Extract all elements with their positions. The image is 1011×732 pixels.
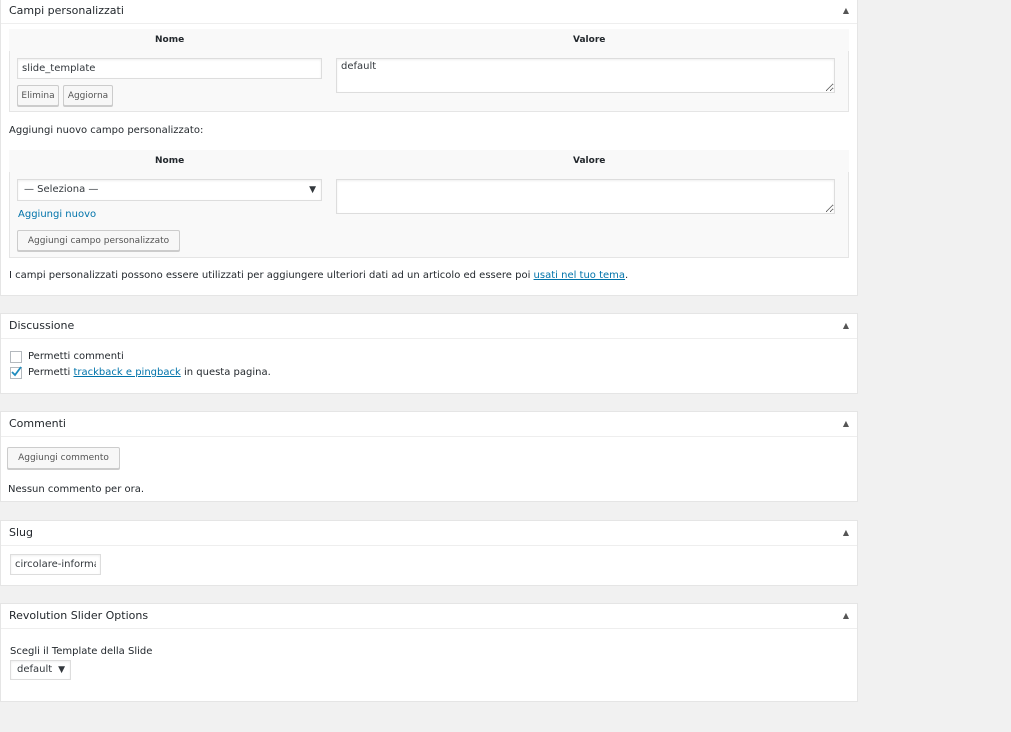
discussion-box: Discussione ▲ Permetti commenti Permetti… bbox=[0, 313, 858, 394]
allow-pings-checkbox[interactable] bbox=[10, 366, 22, 379]
template-select-label: Scegli il Template della Slide bbox=[10, 646, 153, 657]
custom-fields-header[interactable]: Campi personalizzati ▲ bbox=[1, 0, 857, 24]
custom-field-row: default Elimina Aggiorna bbox=[9, 51, 849, 112]
field-name-select-value: — Seleziona — bbox=[24, 184, 99, 195]
discussion-title: Discussione bbox=[9, 319, 75, 332]
checkmark-icon bbox=[11, 366, 22, 377]
no-comments-text: Nessun commento per ora. bbox=[8, 484, 145, 495]
column-name-header: Nome bbox=[155, 35, 185, 45]
dropdown-arrow-icon: ▼ bbox=[58, 665, 65, 675]
custom-fields-title: Campi personalizzati bbox=[9, 4, 124, 17]
toggle-arrow-icon[interactable]: ▲ bbox=[843, 412, 849, 435]
toggle-arrow-icon[interactable]: ▲ bbox=[843, 604, 849, 627]
custom-fields-box: Campi personalizzati ▲ Nome Valore defau… bbox=[0, 0, 858, 296]
add-comment-button[interactable]: Aggiungi commento bbox=[7, 447, 120, 469]
custom-field-value-textarea[interactable]: default bbox=[336, 58, 835, 93]
update-button[interactable]: Aggiorna bbox=[63, 85, 113, 106]
revslider-options-title: Revolution Slider Options bbox=[9, 609, 149, 622]
comments-box: Commenti ▲ Aggiungi commento Nessun comm… bbox=[0, 411, 858, 502]
slug-input[interactable] bbox=[10, 554, 101, 575]
revslider-options-header[interactable]: Revolution Slider Options ▲ bbox=[1, 604, 857, 629]
template-select-value: default bbox=[17, 664, 53, 675]
comments-header[interactable]: Commenti ▲ bbox=[1, 412, 857, 437]
new-field-row: — Seleziona — ▼ Aggiungi nuovo Aggiungi … bbox=[9, 172, 849, 258]
toggle-arrow-icon[interactable]: ▲ bbox=[843, 0, 849, 22]
allow-comments-checkbox[interactable] bbox=[10, 351, 22, 363]
note-text-before: I campi personalizzati possono essere ut… bbox=[9, 270, 534, 281]
delete-button[interactable]: Elimina bbox=[17, 85, 59, 106]
discussion-header[interactable]: Discussione ▲ bbox=[1, 314, 857, 339]
allow-pings-label: Permetti trackback e pingback in questa … bbox=[28, 367, 271, 378]
new-field-table-header: Nome Valore bbox=[9, 150, 849, 172]
new-field-value-textarea[interactable] bbox=[336, 179, 835, 214]
slug-box: Slug ▲ bbox=[0, 520, 858, 586]
revslider-options-box: Revolution Slider Options ▲ Scegli il Te… bbox=[0, 603, 858, 702]
dropdown-arrow-icon: ▼ bbox=[309, 185, 316, 195]
slug-header[interactable]: Slug ▲ bbox=[1, 521, 857, 546]
template-select[interactable]: default ▼ bbox=[10, 660, 71, 680]
comments-title: Commenti bbox=[9, 417, 66, 430]
trackback-pingback-link[interactable]: trackback e pingback bbox=[73, 367, 180, 378]
allow-pings-text-before: Permetti bbox=[28, 367, 74, 378]
add-new-field-heading: Aggiungi nuovo campo personalizzato: bbox=[9, 125, 204, 136]
toggle-arrow-icon[interactable]: ▲ bbox=[843, 521, 849, 544]
add-custom-field-button[interactable]: Aggiungi campo personalizzato bbox=[17, 230, 180, 251]
new-column-value-header: Valore bbox=[573, 156, 606, 166]
field-name-select[interactable]: — Seleziona — ▼ bbox=[17, 179, 322, 201]
column-value-header: Valore bbox=[573, 35, 606, 45]
allow-comments-label: Permetti commenti bbox=[28, 351, 124, 362]
add-new-link[interactable]: Aggiungi nuovo bbox=[18, 209, 96, 220]
theme-usage-link[interactable]: usati nel tuo tema bbox=[534, 270, 626, 281]
custom-field-name-input[interactable] bbox=[17, 58, 322, 79]
custom-fields-note: I campi personalizzati possono essere ut… bbox=[9, 270, 628, 281]
note-text-after: . bbox=[625, 270, 629, 281]
allow-pings-text-after: in questa pagina. bbox=[180, 367, 271, 378]
toggle-arrow-icon[interactable]: ▲ bbox=[843, 314, 849, 337]
new-column-name-header: Nome bbox=[155, 156, 185, 166]
custom-fields-table-header: Nome Valore bbox=[9, 29, 849, 51]
slug-title: Slug bbox=[9, 526, 33, 539]
